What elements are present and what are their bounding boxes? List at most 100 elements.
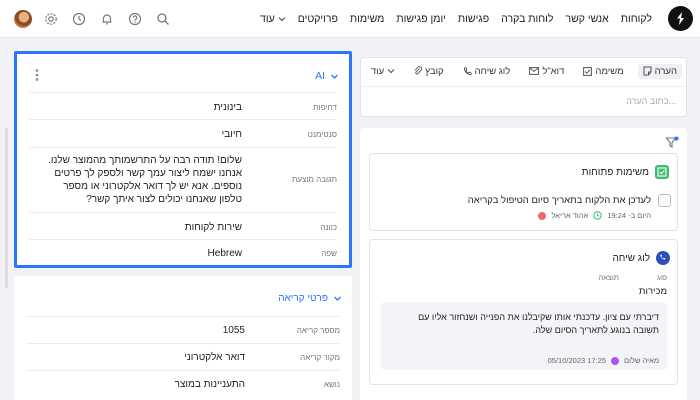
open-tasks-title: משימות פתוחות (581, 167, 649, 178)
chevron-down-icon (331, 74, 338, 79)
tab-more[interactable]: עוד (366, 64, 400, 79)
ai-row-urgency: דחיפות בינונית (29, 92, 337, 119)
note-input[interactable]: כתוב הערה... (626, 96, 676, 106)
call-result-label: תוצאה (598, 273, 619, 282)
avatar[interactable] (14, 10, 32, 28)
ai-row-label: סנטימנט (307, 130, 337, 139)
composer-tabs: הערה משימה דוא"ל לוג שיחה קובץ עוד (366, 58, 686, 84)
chevron-down-icon (278, 17, 286, 22)
detail-label: נושא (323, 380, 340, 389)
top-bar: לקוחות אנשי קשר לוחות בקרה פגישות יומן פ… (0, 0, 700, 38)
tab-label: הערה (654, 65, 677, 77)
tab-note[interactable]: הערה (637, 63, 682, 79)
envelope-icon (529, 67, 540, 75)
detail-row-subject: נושא התעניינות במוצר (26, 370, 340, 397)
paperclip-icon (414, 66, 423, 75)
author-avatar (611, 356, 620, 365)
chevron-down-icon (334, 296, 341, 301)
detail-label: מקור קריאה (300, 353, 340, 362)
task-checkbox[interactable] (658, 194, 671, 207)
ai-insights-card: AI דחיפות בינונית סנטימנט חיובי תגובה מו… (14, 51, 352, 268)
ai-row-value: חיובי (221, 129, 242, 140)
nav-more-label: עוד (260, 13, 275, 25)
call-type-value: מכירות (638, 286, 667, 297)
nav-projects[interactable]: פרויקטים (298, 13, 338, 25)
filter-icon[interactable] (665, 136, 679, 150)
call-note-meta: מאיה שלום 05/10/2023 17:25 (548, 356, 659, 365)
ai-row-value: Hebrew (207, 248, 242, 259)
detail-value: 1055 (222, 325, 245, 336)
note-icon (643, 66, 652, 76)
author-name: מאיה שלום (624, 356, 659, 365)
ai-row-label: תגובה מוצעת (291, 175, 337, 184)
ai-card-header: AI (17, 54, 349, 96)
call-log-title: לוג שיחה (612, 253, 650, 264)
ai-row-value: בינונית (213, 102, 242, 113)
ai-row-language: שפה Hebrew (29, 239, 337, 265)
main-nav: לקוחות אנשי קשר לוחות בקרה פגישות יומן פ… (260, 0, 652, 38)
ai-row-value: שלום! תודה רבה על התרשמותך מהמוצר שלנו. … (48, 155, 242, 205)
ticket-details-title: פרטי קריאה (278, 293, 328, 304)
nav-dashboards[interactable]: לוחות בקרה (501, 13, 553, 25)
task-text[interactable]: לעדכן את הלקוח בתאריך סיום הטיפול בקריאה (468, 195, 651, 206)
gear-icon[interactable] (42, 10, 60, 28)
ai-row-value: שירות לקוחות (184, 222, 242, 233)
ai-row-label: דחיפות (313, 103, 337, 112)
assignee-name: אהוד אריאל (551, 211, 589, 220)
nav-more[interactable]: עוד (260, 13, 286, 25)
tab-label: משימה (595, 65, 624, 77)
app-logo[interactable] (668, 6, 693, 31)
ticket-details-toggle[interactable]: פרטי קריאה (278, 293, 342, 304)
detail-value: התעניינות במוצר (174, 379, 245, 390)
nav-meetings[interactable]: פגישות (458, 13, 489, 25)
nav-customers[interactable]: לקוחות (621, 13, 652, 25)
kebab-menu-icon[interactable] (34, 68, 40, 82)
ai-row-sentiment: סנטימנט חיובי (29, 119, 337, 147)
tab-label: דוא"ל (542, 65, 565, 77)
task-meta: היום ב- 19:24 אהוד אריאל (538, 211, 651, 220)
ai-row-intent: כוונה שירות לקוחות (29, 212, 337, 239)
search-icon[interactable] (154, 10, 172, 28)
phone-icon (656, 251, 670, 265)
activity-composer: הערה משימה דוא"ל לוג שיחה קובץ עוד כתוב … (360, 57, 687, 117)
checkbox-icon (583, 66, 593, 76)
tab-label: עוד (370, 65, 385, 77)
ai-row-suggested-reply: תגובה מוצעת שלום! תודה רבה על התרשמותך מ… (29, 147, 337, 212)
clock-icon (593, 211, 603, 220)
phone-icon (463, 67, 472, 75)
chevron-down-icon (387, 69, 395, 74)
call-log-card: לוג שיחה סוג תוצאה מכירות דיברתי עם ציון… (369, 239, 678, 385)
call-note: דיברתי עם ציון. עדכנתי אותו שקיבלנו את ה… (381, 302, 667, 370)
tab-call-log[interactable]: לוג שיחה (458, 64, 516, 79)
detail-label: מספר קריאה (296, 326, 340, 335)
due-time: היום ב- 19:24 (607, 211, 651, 220)
tab-email[interactable]: דוא"ל (524, 64, 569, 79)
activity-feed: משימות פתוחות לעדכן את הלקוח בתאריך סיום… (360, 128, 687, 400)
note-timestamp: 05/10/2023 17:25 (547, 356, 607, 365)
detail-row-source: מקור קריאה דואר אלקטרוני (26, 343, 340, 370)
ai-row-label: שפה (321, 249, 337, 258)
bell-icon[interactable] (98, 10, 116, 28)
ai-row-label: כוונה (320, 223, 337, 232)
tab-label: קובץ (425, 65, 444, 77)
nav-tasks[interactable]: משימות (350, 13, 385, 25)
tab-label: לוג שיחה (474, 65, 511, 77)
open-tasks-card: משימות פתוחות לעדכן את הלקוח בתאריך סיום… (369, 153, 678, 231)
divider (361, 86, 686, 87)
detail-value: דואר אלקטרוני (184, 352, 245, 363)
tab-file[interactable]: קובץ (409, 64, 449, 79)
detail-row-ticket-number: מספר קריאה 1055 (26, 316, 340, 343)
toolbar-icons (14, 0, 172, 38)
assignee-avatar (538, 211, 547, 220)
nav-calendar[interactable]: יומן פגישות (396, 13, 446, 25)
tab-task[interactable]: משימה (578, 64, 628, 79)
scrollbar-thumb[interactable] (5, 128, 8, 288)
call-type-label: סוג (656, 273, 667, 282)
ai-card-title: AI (315, 70, 325, 82)
help-icon[interactable] (126, 10, 144, 28)
ai-card-toggle[interactable]: AI (315, 70, 339, 82)
nav-contacts[interactable]: אנשי קשר (565, 13, 608, 25)
clock-icon[interactable] (70, 10, 88, 28)
ticket-details-card: פרטי קריאה מספר קריאה 1055 מקור קריאה דו… (14, 276, 352, 400)
checklist-icon (655, 165, 669, 179)
